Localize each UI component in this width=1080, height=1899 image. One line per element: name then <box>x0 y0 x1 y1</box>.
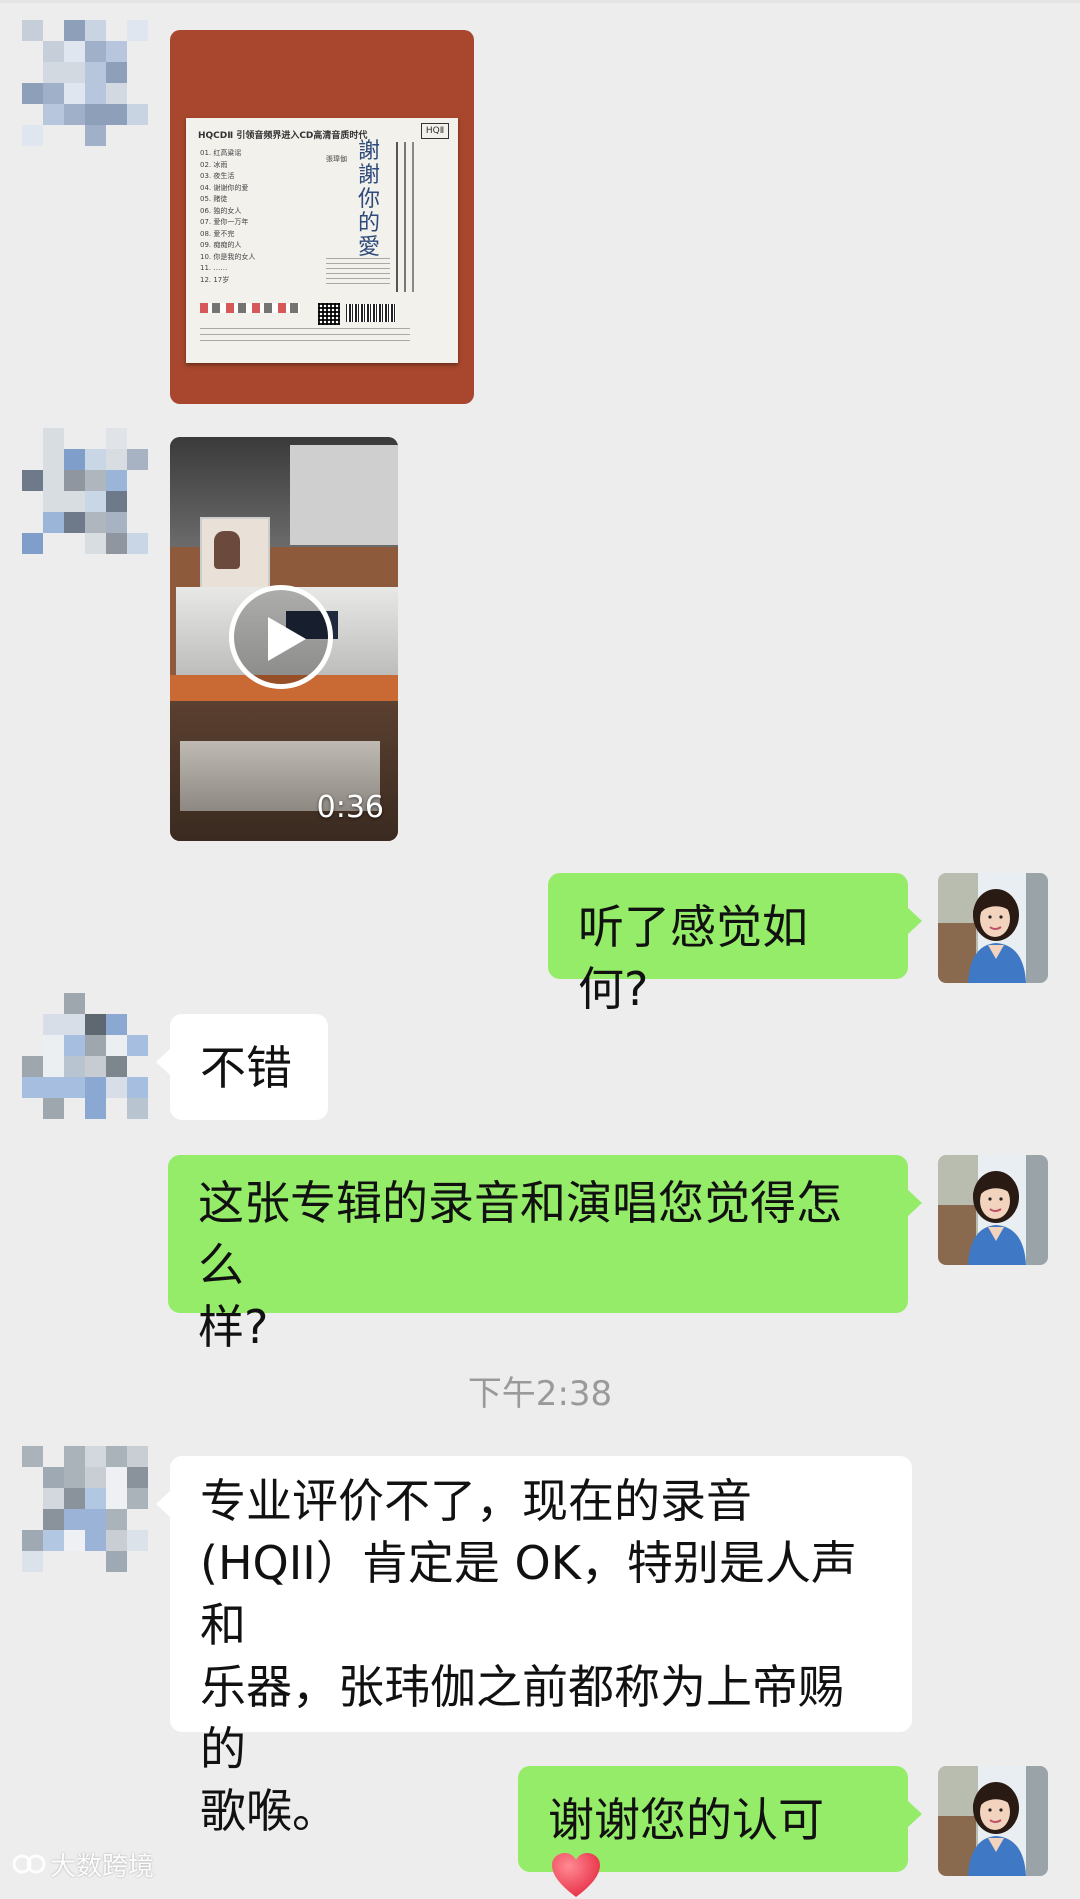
message-text-line: 样? <box>198 1300 269 1354</box>
watermark: 大数跨境 <box>50 1852 155 1882</box>
play-icon <box>268 617 306 661</box>
track-item: 07. 爱你一万年 <box>200 218 249 226</box>
message-text: 不错 <box>200 1041 292 1095</box>
message-text-line: 专业评价不了，现在的录音 <box>200 1474 752 1528</box>
track-item: 10. 你是我的女人 <box>200 252 256 261</box>
barcode <box>346 304 396 322</box>
message-text: 谢谢您的认可 <box>548 1793 824 1847</box>
album-title: 謝謝你的愛 <box>358 139 381 260</box>
track-item: 09. 痴痴的人 <box>200 241 242 249</box>
cd-on-player <box>200 517 270 595</box>
contact-avatar[interactable] <box>22 993 148 1119</box>
track-item: 12. 17岁 <box>200 275 230 284</box>
watermark-logo-icon <box>12 1854 46 1874</box>
contact-avatar[interactable] <box>22 428 148 554</box>
video-message[interactable]: 0:36 <box>170 437 398 841</box>
message-bubble-sent[interactable]: 听了感觉如何? <box>548 873 922 1016</box>
track-item: 11. …… <box>200 264 228 272</box>
message-bubble-received[interactable]: 专业评价不了，现在的录音 (HQII）肯定是 OK，特别是人声和 乐器，张玮伽之… <box>156 1456 912 1838</box>
heart-icon <box>552 1853 600 1897</box>
qr-code <box>318 303 340 325</box>
track-item: 02. 冰雨 <box>200 160 228 169</box>
play-button[interactable] <box>229 585 333 689</box>
message-text-line: 这张专辑的录音和演唱您觉得怎么 <box>198 1176 842 1292</box>
my-avatar[interactable] <box>938 1766 1048 1876</box>
message-text: 听了感觉如何? <box>578 900 808 1016</box>
message-bubble-sent[interactable]: 这张专辑的录音和演唱您觉得怎么 样? <box>168 1155 922 1354</box>
track-item: 08. 爱不完 <box>200 229 235 238</box>
track-list: 01. 红高粱谣 02. 冰雨 03. 夜生活 04. 谢谢你的爱 05. 赌徒 06. … <box>200 148 320 286</box>
cd-artist: 張瑋伽 <box>326 155 347 163</box>
message-bubble-sent[interactable]: 谢谢您的认可 <box>518 1766 922 1897</box>
message-text-line: 乐器，张玮伽之前都称为上帝赐的 <box>200 1660 844 1776</box>
contact-avatar[interactable] <box>22 1446 148 1572</box>
message-bubble-received[interactable]: 不错 <box>156 1014 328 1120</box>
track-item: 03. 夜生活 <box>200 172 235 180</box>
cd-case-back: HQCDⅡ 引领音频界进入CD高清音质时代 HQⅡ 01. 红高粱谣 02. 冰雨… <box>186 118 458 363</box>
top-divider <box>0 0 1080 3</box>
track-item: 01. 红高粱谣 <box>200 149 242 157</box>
timestamp: 下午2:38 <box>467 1374 613 1414</box>
video-duration: 0:36 <box>316 790 384 825</box>
hq-badge: HQⅡ <box>421 123 449 139</box>
track-item: 04. 谢谢你的爱 <box>200 183 249 192</box>
my-avatar[interactable] <box>938 1155 1048 1265</box>
message-text-line: (HQII）肯定是 OK，特别是人声和 <box>200 1536 857 1652</box>
my-avatar[interactable] <box>938 873 1048 983</box>
track-item: 05. 赌徒 <box>200 195 228 203</box>
contact-avatar[interactable] <box>22 20 148 146</box>
cd-cover-photo[interactable]: HQCDⅡ 引领音频界进入CD高清音质时代 HQⅡ 01. 红高粱谣 02. 冰雨… <box>170 30 474 404</box>
track-item: 06. 独的女人 <box>200 206 242 215</box>
